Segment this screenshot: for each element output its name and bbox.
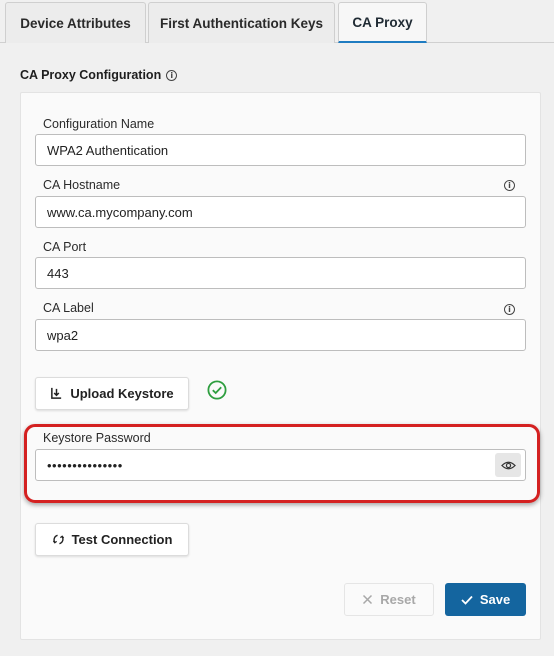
ca-port-label: CA Port [43,240,87,254]
show-password-button[interactable] [495,453,521,477]
upload-icon [51,387,62,399]
section-title-text: CA Proxy Configuration [20,68,162,82]
test-connection-button[interactable]: Test Connection [35,523,189,556]
ca-label-label: CA Label [43,301,94,315]
info-icon[interactable]: i [166,69,178,81]
section-title: CA Proxy Configuration i [20,68,178,82]
tab-label: Device Attributes [20,15,131,31]
configuration-card [20,92,541,640]
ca-hostname-input[interactable]: www.ca.mycompany.com [35,196,526,228]
tab-device-attributes[interactable]: Device Attributes [5,2,146,43]
upload-keystore-label: Upload Keystore [70,386,174,401]
ca-label-info-icon[interactable]: i [504,304,515,315]
ca-hostname-info-icon[interactable]: i [504,180,515,191]
tab-bar: Device Attributes First Authentication K… [0,0,554,43]
save-label: Save [479,592,511,607]
tab-label: CA Proxy [352,14,413,30]
close-icon [363,594,373,605]
tab-label: First Authentication Keys [159,15,324,31]
reset-button[interactable]: Reset [344,583,434,616]
upload-keystore-button[interactable]: Upload Keystore [35,377,189,410]
check-circle-icon [207,380,227,400]
ca-hostname-label: CA Hostname [43,178,121,192]
check-icon [461,595,473,605]
keystore-password-input[interactable]: ••••••••••••••• [35,449,526,481]
save-button[interactable]: Save [445,583,526,616]
test-connection-label: Test Connection [71,532,173,547]
ca-label-input[interactable]: wpa2 [35,319,526,351]
eye-icon [500,461,516,469]
tab-ca-proxy[interactable]: CA Proxy [338,2,427,43]
reset-label: Reset [380,592,416,607]
config-name-input[interactable]: WPA2 Authentication [35,134,526,166]
config-name-label: Configuration Name [43,117,155,131]
tab-first-authentication-keys[interactable]: First Authentication Keys [148,2,335,43]
ca-port-input[interactable]: 443 [35,257,526,289]
refresh-icon [52,534,64,545]
keystore-password-label: Keystore Password [43,431,151,445]
